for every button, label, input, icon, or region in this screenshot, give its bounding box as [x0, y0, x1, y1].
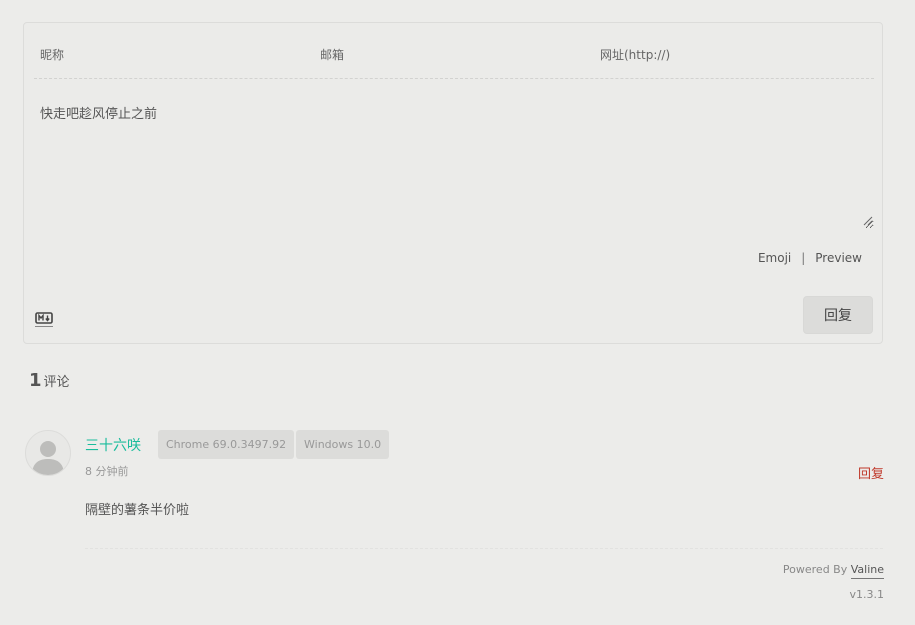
emoji-button[interactable]: Emoji — [758, 251, 791, 265]
comment-content: 隔壁的薯条半价啦 — [85, 503, 190, 518]
email-input[interactable] — [314, 43, 580, 67]
powered-by-text: Powered By — [782, 563, 848, 576]
nickname-input[interactable] — [34, 43, 300, 67]
preview-button[interactable]: Preview — [815, 251, 862, 265]
comment-count-label: 评论 — [43, 375, 70, 390]
version-label: v1.3.1 — [849, 588, 885, 601]
comment-count-number: 1 — [29, 370, 42, 391]
comment-divider — [85, 548, 883, 549]
website-input[interactable] — [594, 43, 860, 67]
comment-author-link[interactable]: 三十六咲 — [85, 435, 141, 455]
editor-tools: Emoji | Preview — [758, 251, 862, 265]
resize-handle-icon[interactable] — [863, 216, 873, 226]
markdown-icon[interactable] — [35, 309, 53, 327]
default-avatar-icon — [26, 431, 70, 475]
comment-editor: Emoji | Preview 回复 — [23, 22, 883, 344]
powered-by: Powered By Valine — [783, 563, 884, 579]
comment-time: 8 分钟前 — [85, 465, 129, 478]
submit-button[interactable]: 回复 — [803, 296, 873, 334]
comment-textarea[interactable] — [34, 97, 874, 229]
browser-badge: Chrome 69.0.3497.92 — [158, 430, 295, 459]
comment-count: 1 评论 — [29, 370, 70, 391]
tools-separator: | — [801, 251, 806, 265]
reply-button[interactable]: 回复 — [858, 463, 884, 482]
os-badge: Windows 10.0 — [296, 430, 390, 459]
avatar — [25, 430, 71, 476]
valine-link[interactable]: Valine — [850, 563, 884, 579]
comment-meta-fields — [34, 23, 874, 79]
